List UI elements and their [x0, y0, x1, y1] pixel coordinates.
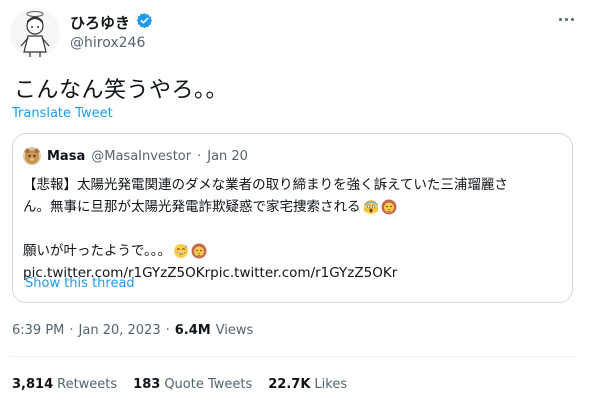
grinning-sweat-emoji-icon [173, 243, 189, 259]
likes-label: Likes [314, 377, 348, 392]
quoted-author-avatar[interactable] [23, 147, 41, 165]
quoted-author-handle[interactable]: @MasaInvestor [91, 149, 191, 164]
quote-tweets-label: Quote Tweets [164, 377, 253, 392]
tweet-date[interactable]: Jan 20, 2023 [79, 323, 161, 338]
meta-separator-2: · [165, 323, 170, 338]
screaming-face-emoji-icon [363, 199, 379, 215]
tweet-time[interactable]: 6:39 PM [12, 323, 64, 338]
views-label: Views [215, 323, 254, 338]
quoted-line-2: ん。無事に旦那が太陽光発電詐欺疑惑で家宅捜索される [23, 199, 361, 215]
quoted-line-2-container: ん。無事に旦那が太陽光発電詐欺疑惑で家宅捜索される [23, 196, 568, 218]
author-display-name[interactable]: ひろゆき [70, 12, 130, 33]
translate-tweet-link[interactable]: Translate Tweet [12, 106, 113, 121]
tweet-stats: 3,814 Retweets 183 Quote Tweets 22.7K Li… [12, 377, 347, 392]
avatar-illustration [20, 11, 50, 57]
tweet-meta-row: 6:39 PM · Jan 20, 2023 · 6.4M Views [12, 323, 253, 338]
lion-face-emoji-icon [381, 199, 397, 215]
quoted-tweet-body: 【悲報】太陽光発電関連のダメな業者の取り締まりを強く訴えていた三浦瑠麗さ ん。無… [23, 174, 568, 284]
lion-face-emoji-icon [191, 243, 207, 259]
quoted-date[interactable]: Jan 20 [207, 149, 248, 164]
meta-separator-1: · [69, 323, 74, 338]
quoted-line-3-container: 願いが叶ったようで。。。 [23, 240, 568, 262]
quoted-separator: · [197, 148, 202, 164]
retweets-label: Retweets [57, 377, 118, 392]
stats-divider [10, 356, 578, 357]
author-handle[interactable]: @hirox246 [70, 35, 145, 51]
retweets-stat[interactable]: 3,814 Retweets [12, 377, 117, 392]
quoted-line-1: 【悲報】太陽光発電関連のダメな業者の取り締まりを強く訴えていた三浦瑠麗さ [23, 177, 508, 193]
author-avatar[interactable] [10, 8, 60, 58]
author-name-row[interactable]: ひろゆき [70, 12, 153, 33]
quoted-line-3: 願いが叶ったようで。。。 [23, 243, 171, 259]
views-count: 6.4M [174, 323, 211, 338]
show-thread-link[interactable]: Show this thread [25, 276, 135, 291]
more-options-icon[interactable] [555, 12, 577, 26]
tweet-text: こんなん笑うやろ。。 [14, 78, 229, 103]
quoted-blank-line [23, 218, 568, 240]
retweets-count: 3,814 [12, 377, 54, 392]
likes-count: 22.7K [268, 377, 311, 392]
likes-stat[interactable]: 22.7K Likes [268, 377, 347, 392]
quoted-tweet-header: Masa @MasaInvestor · Jan 20 [23, 147, 248, 165]
verified-badge-icon [136, 12, 153, 33]
quote-tweets-stat[interactable]: 183 Quote Tweets [133, 377, 252, 392]
quoted-author-name[interactable]: Masa [47, 149, 85, 164]
quote-tweets-count: 183 [133, 377, 161, 392]
quoted-tweet-card[interactable]: Masa @MasaInvestor · Jan 20 【悲報】太陽光発電関連の… [12, 133, 573, 303]
